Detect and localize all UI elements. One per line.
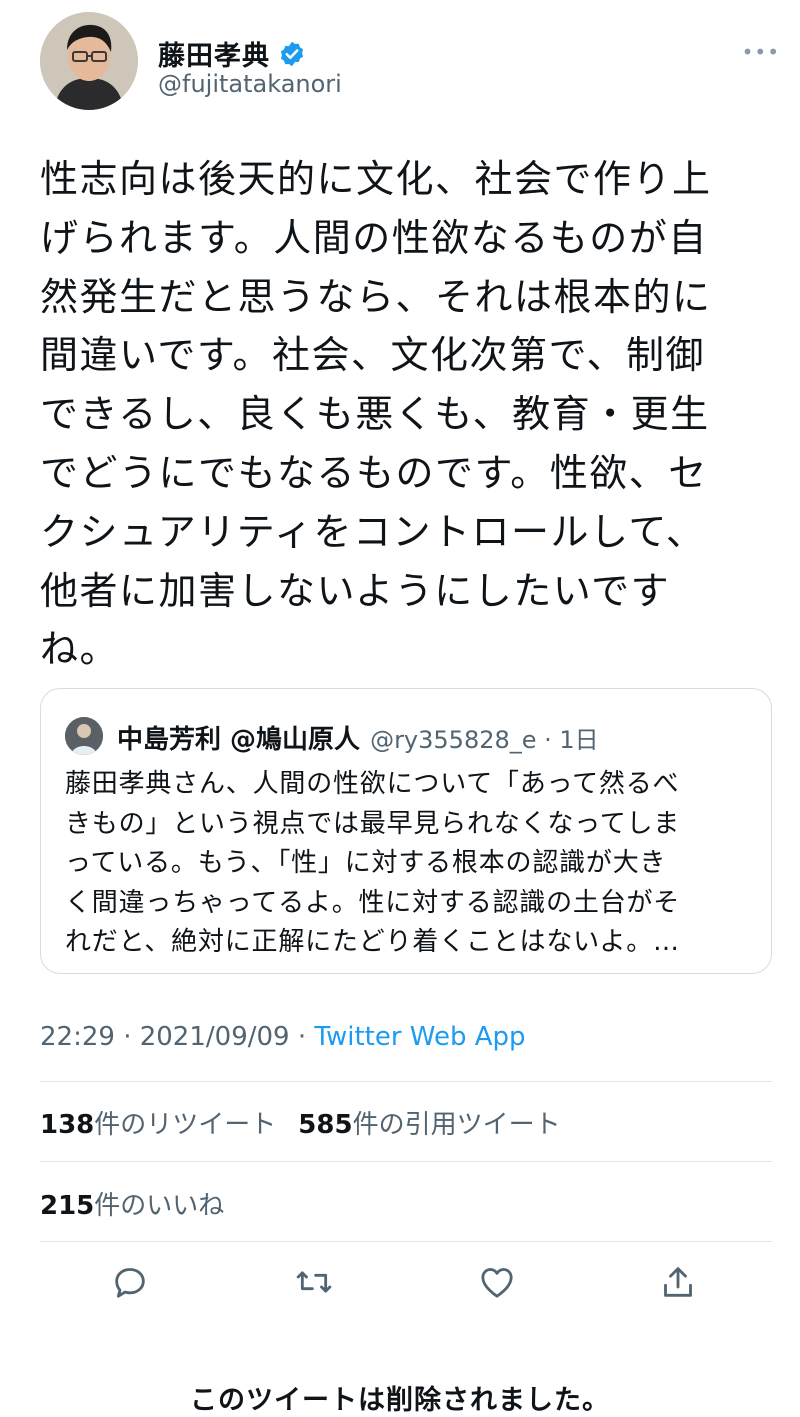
quotes-label: 件の引用ツイート xyxy=(352,1110,561,1140)
retweets-label: 件のリツイート xyxy=(94,1110,277,1140)
tweet-timestamp: 22:29 · 2021/09/09 · Twitter Web App xyxy=(40,1022,526,1052)
retweets-stat[interactable]: 138件のリツイート xyxy=(40,1110,276,1140)
source-app-link[interactable]: Twitter Web App xyxy=(314,1022,525,1052)
likes-stats[interactable]: 215件のいいね xyxy=(40,1185,224,1222)
retweet-stats: 138件のリツイート 585件の引用ツイート xyxy=(40,1104,561,1141)
likes-count: 215 xyxy=(40,1191,95,1221)
retweets-count: 138 xyxy=(40,1110,95,1140)
quotes-count: 585 xyxy=(298,1110,353,1140)
like-icon[interactable] xyxy=(477,1262,517,1302)
quotes-stat[interactable]: 585件の引用ツイート xyxy=(298,1110,560,1140)
action-bar xyxy=(40,1262,772,1312)
quoted-author-avatar xyxy=(65,717,103,755)
divider xyxy=(40,1241,772,1242)
quoted-header: 中島芳利 @鳩山原人 @ry355828_e · 1日 xyxy=(117,719,599,756)
tweet-text: 性志向は後天的に文化、社会で作り上 げられます。人間の性欲なるものが自 然発生だ… xyxy=(40,157,712,672)
deleted-notice: このツイートは削除されました。 xyxy=(190,1385,610,1416)
reply-icon[interactable] xyxy=(110,1262,150,1302)
share-icon[interactable] xyxy=(658,1262,698,1302)
quoted-text: 藤田孝典さん、人間の性欲について「あって然るべ きもの」という視点では最早見られ… xyxy=(65,769,681,958)
retweet-icon[interactable] xyxy=(294,1262,334,1302)
author-name-row[interactable]: 藤田孝典 xyxy=(158,34,306,73)
author-name[interactable]: 藤田孝典 xyxy=(158,34,270,73)
quoted-handle-time: @ry355828_e · 1日 xyxy=(370,726,599,754)
likes-label: 件のいいね xyxy=(94,1191,225,1221)
tweet-header: 藤田孝典 @fujitatakanori ••• xyxy=(40,12,780,112)
divider xyxy=(40,1081,772,1082)
author-handle[interactable]: @fujitatakanori xyxy=(158,70,342,98)
quoted-tweet[interactable]: 中島芳利 @鳩山原人 @ry355828_e · 1日 藤田孝典さん、人間の性欲… xyxy=(40,688,772,974)
quoted-author-name: 中島芳利 @鳩山原人 xyxy=(117,725,361,755)
divider xyxy=(40,1161,772,1162)
tweet-time[interactable]: 22:29 · 2021/09/09 · xyxy=(40,1022,314,1052)
verified-badge-icon xyxy=(280,41,304,66)
more-options-icon[interactable]: ••• xyxy=(742,40,780,64)
author-avatar[interactable] xyxy=(40,12,138,110)
